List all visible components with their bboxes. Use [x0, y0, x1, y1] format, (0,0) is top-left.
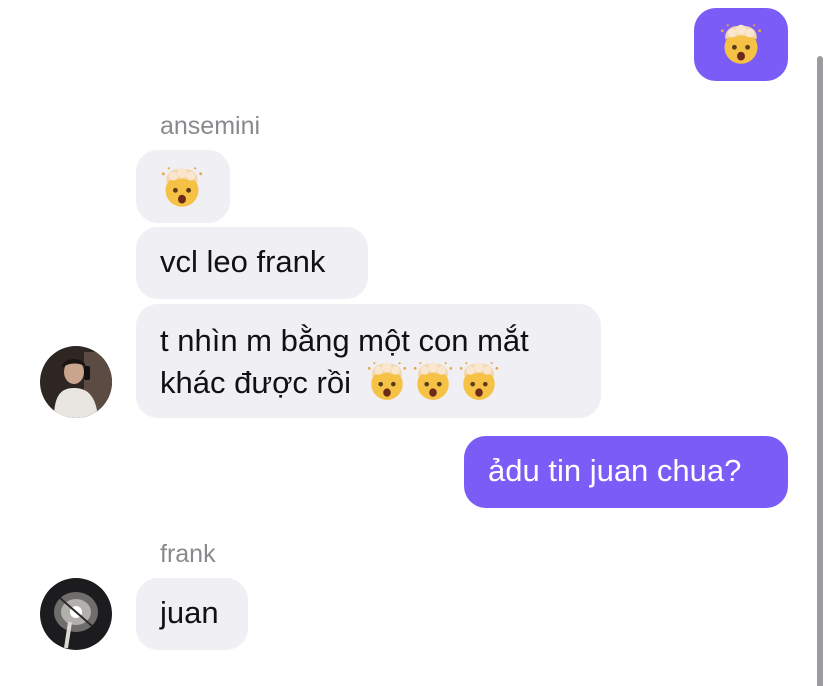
exploding-head-icon [412, 360, 454, 402]
message-text-line: khác được rồi [160, 362, 601, 404]
message-bubble-outgoing-emoji[interactable] [694, 8, 788, 81]
exploding-head-icon [160, 165, 204, 209]
message-text: khác được rồi [160, 365, 351, 400]
avatar[interactable] [40, 578, 112, 650]
message-text: juan [160, 595, 219, 630]
message-text: ảdu tin juan chua? [488, 453, 742, 488]
sender-name: frank [160, 540, 216, 568]
message-bubble-incoming[interactable]: t nhìn m bằng một con mắt khác được rồi [136, 304, 601, 418]
avatar-photo [40, 578, 112, 650]
message-bubble-outgoing[interactable]: ảdu tin juan chua? [464, 436, 788, 508]
message-text-line: t nhìn m bằng một con mắt [160, 323, 529, 358]
avatar[interactable] [40, 346, 112, 418]
exploding-head-icon [458, 360, 500, 402]
chat-thread: ansemini vcl leo frank t nhìn m bằng một… [0, 0, 828, 686]
message-text: vcl leo frank [160, 244, 326, 279]
sender-name: ansemini [160, 112, 261, 140]
message-bubble-incoming-emoji[interactable] [136, 150, 230, 223]
avatar-photo [40, 346, 112, 418]
exploding-head-icon [719, 22, 763, 66]
message-bubble-incoming[interactable]: juan [136, 578, 248, 650]
scrollbar[interactable] [817, 56, 823, 686]
exploding-head-icon [366, 360, 408, 402]
message-bubble-incoming[interactable]: vcl leo frank [136, 227, 368, 299]
